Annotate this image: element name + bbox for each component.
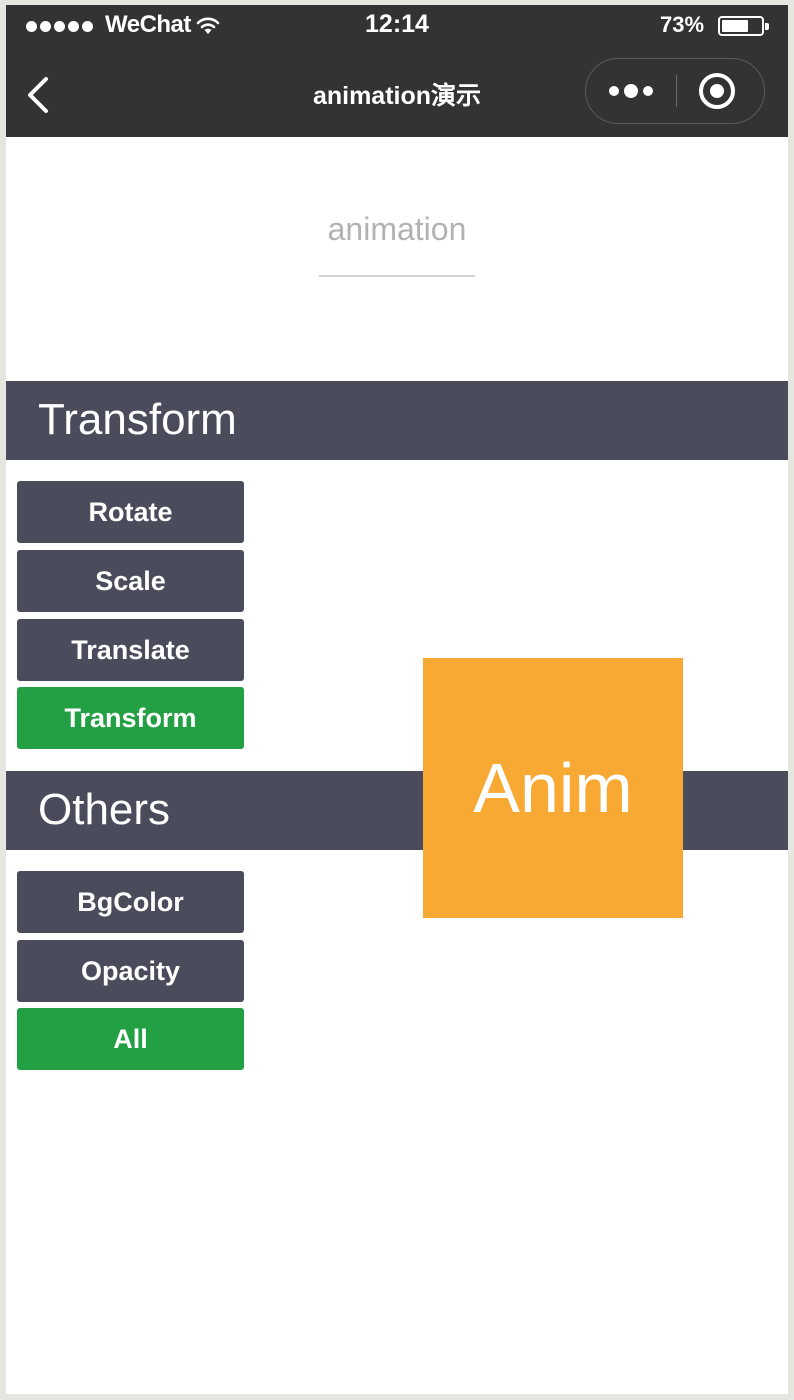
translate-button[interactable]: Translate [17,619,244,681]
heading-divider [319,275,475,277]
status-bar: WeChat 12:14 73% [6,5,788,47]
transform-button[interactable]: Transform [17,687,244,749]
animation-box: Anim [423,658,683,918]
capsule-divider [676,75,677,107]
section-header-transform: Transform [6,381,788,460]
battery-percent: 73% [660,12,705,37]
section-title-transform: Transform [38,395,237,444]
battery-icon [718,16,769,36]
capsule-menu [585,58,765,124]
top-bar: WeChat 12:14 73% animation演示 [6,5,788,137]
page-heading: animation [327,211,467,247]
section-title-others: Others [38,785,171,834]
close-target-icon[interactable] [699,73,735,109]
phone-screen: WeChat 12:14 73% animation演示 animation T… [6,5,788,1394]
more-dots-icon[interactable] [586,59,676,122]
scale-button[interactable]: Scale [17,550,244,612]
rotate-button[interactable]: Rotate [17,481,244,543]
all-button[interactable]: All [17,1008,244,1070]
opacity-button[interactable]: Opacity [17,940,244,1002]
bgcolor-button[interactable]: BgColor [17,871,244,933]
